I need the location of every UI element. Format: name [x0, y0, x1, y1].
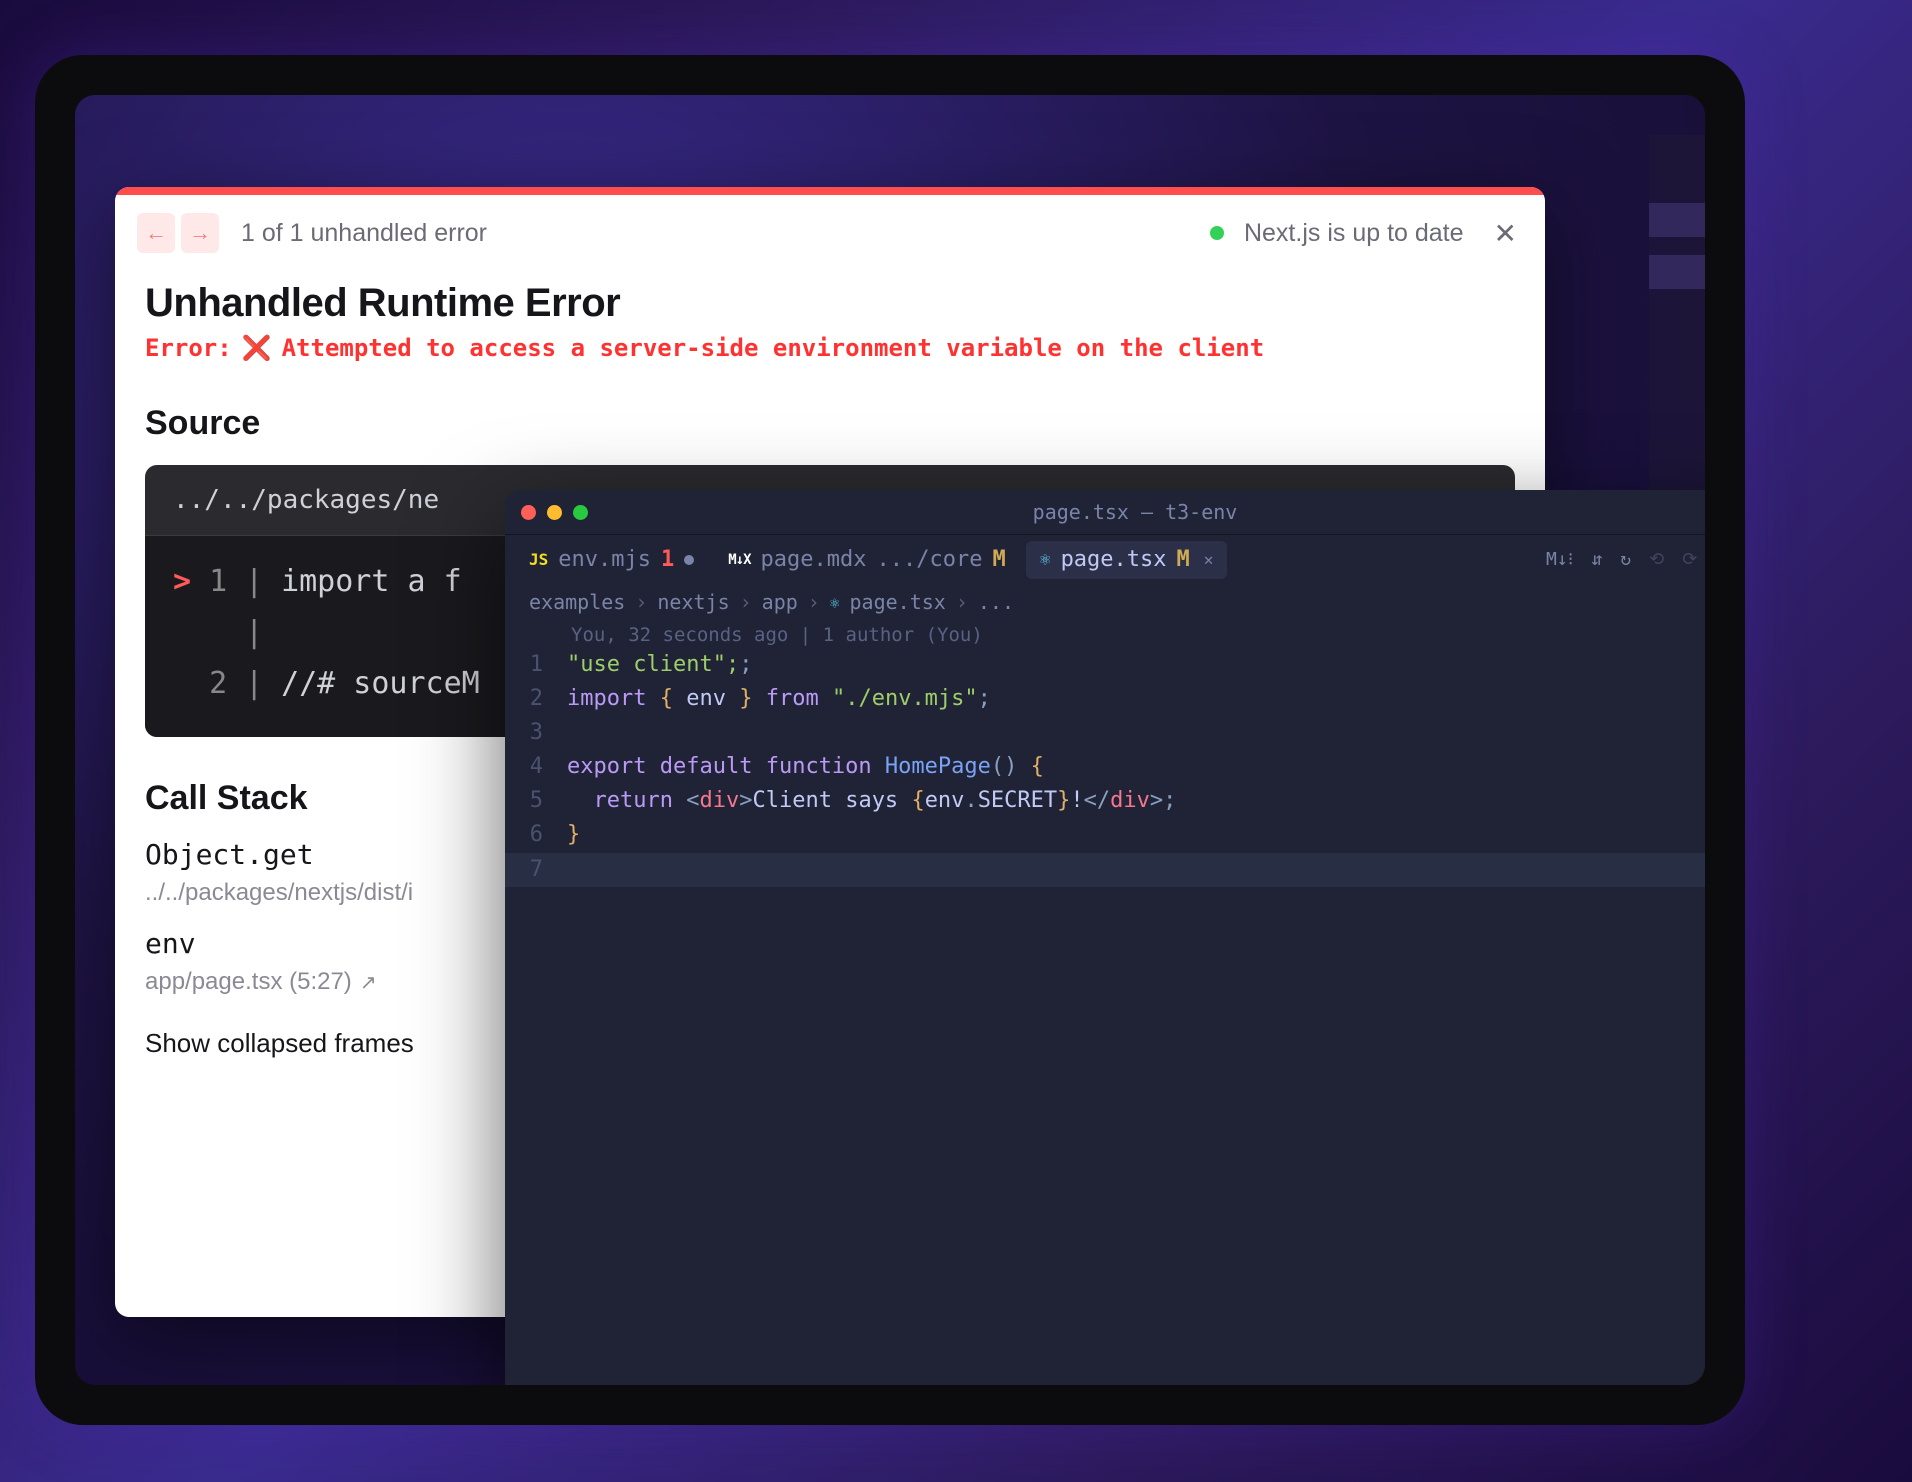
error-title: Unhandled Runtime Error	[145, 281, 1515, 326]
gutter-pipe: |	[245, 658, 263, 709]
modified-badge: M	[992, 547, 1005, 572]
git-blame-info: You, 32 seconds ago | 1 author (You)	[505, 624, 1705, 646]
editor-window: page.tsx — t3-env JS env.mjs 1 M↓X page.…	[505, 490, 1705, 1385]
close-button[interactable]: ✕	[1494, 217, 1517, 250]
error-caret-icon: >	[173, 556, 191, 607]
code-text: //# sourceM	[281, 658, 480, 709]
js-icon: JS	[529, 550, 548, 569]
breadcrumb-item[interactable]: nextjs	[657, 590, 729, 614]
error-message: Error: ❌ Attempted to access a server-si…	[145, 334, 1515, 362]
chevron-right-icon: ›	[956, 590, 968, 614]
window-close-icon[interactable]	[521, 505, 536, 520]
tab-label: page.mdx	[761, 547, 867, 572]
modified-badge: M	[1177, 547, 1190, 572]
error-message-text: Attempted to access a server-side enviro…	[282, 334, 1265, 362]
window-title: page.tsx — t3-env	[1033, 500, 1238, 524]
screen: ← → 1 of 1 unhandled error Next.js is up…	[75, 95, 1705, 1385]
chevron-right-icon: ›	[808, 590, 820, 614]
error-prefix: Error:	[145, 334, 232, 362]
line-number: 2	[505, 682, 567, 716]
tab-page-tsx[interactable]: ⚛ page.tsx M ✕	[1026, 541, 1228, 579]
line-number: 1	[209, 556, 227, 607]
line-number: 3	[505, 716, 567, 750]
react-icon: ⚛	[1040, 549, 1051, 570]
tab-label: page.tsx	[1061, 547, 1167, 572]
next-error-button[interactable]: →	[181, 213, 219, 253]
line-number: 2	[209, 658, 227, 709]
line-number: 1	[505, 648, 567, 682]
mdx-icon: M↓X	[728, 552, 750, 568]
close-tab-icon[interactable]: ✕	[1204, 550, 1214, 569]
tab-bar: JS env.mjs 1 M↓X page.mdx .../core M ⚛ p…	[505, 534, 1705, 584]
breadcrumb-item[interactable]: ...	[978, 590, 1014, 614]
toolbar-markdown-icon[interactable]: M↓⁝	[1546, 549, 1573, 570]
error-count: 1 of 1 unhandled error	[241, 219, 487, 248]
breadcrumbs[interactable]: examples › nextjs › app › ⚛ page.tsx › .…	[505, 584, 1705, 620]
line-number: 4	[505, 750, 567, 784]
external-link-icon[interactable]: ↗	[360, 970, 377, 995]
status-text: Next.js is up to date	[1244, 219, 1464, 248]
chevron-right-icon: ›	[635, 590, 647, 614]
device-frame: ← → 1 of 1 unhandled error Next.js is up…	[35, 55, 1745, 1425]
toolbar-refresh-icon[interactable]: ↻	[1620, 549, 1631, 570]
titlebar: page.tsx — t3-env	[505, 490, 1705, 534]
code-editor[interactable]: You, 32 seconds ago | 1 author (You) 1"u…	[505, 620, 1705, 891]
window-zoom-icon[interactable]	[573, 505, 588, 520]
line-number: 6	[505, 818, 567, 852]
gutter-pipe: |	[245, 607, 263, 658]
line-number: 5	[505, 784, 567, 818]
source-heading: Source	[145, 404, 1515, 443]
tab-tail: .../core	[877, 547, 983, 572]
tab-page-mdx[interactable]: M↓X page.mdx .../core M	[714, 541, 1019, 579]
chevron-right-icon: ›	[740, 590, 752, 614]
stack-path-text: app/page.tsx (5:27)	[145, 968, 352, 996]
tab-env-mjs[interactable]: JS env.mjs 1	[515, 541, 708, 579]
toolbar-back-icon[interactable]: ⟲	[1649, 549, 1664, 570]
window-minimize-icon[interactable]	[547, 505, 562, 520]
gutter-pipe: |	[245, 556, 263, 607]
code-token: "use client";	[567, 648, 739, 682]
line-number: 7	[505, 853, 567, 887]
prev-error-button[interactable]: ←	[137, 213, 175, 253]
react-icon: ⚛	[830, 593, 840, 612]
toolbar-git-compare-icon[interactable]: ⇵	[1591, 549, 1602, 570]
toolbar-forward-icon[interactable]: ⟳	[1682, 549, 1697, 570]
tab-badge: 1	[661, 547, 674, 572]
status-dot-icon	[1210, 226, 1224, 240]
error-accent-bar	[115, 187, 1545, 195]
breadcrumb-item[interactable]: app	[762, 590, 798, 614]
error-header: ← → 1 of 1 unhandled error Next.js is up…	[115, 195, 1545, 271]
breadcrumb-item[interactable]: page.tsx	[849, 590, 945, 614]
tab-label: env.mjs	[558, 547, 651, 572]
code-text: import a f	[281, 556, 462, 607]
unsaved-dot-icon	[684, 555, 694, 565]
breadcrumb-item[interactable]: examples	[529, 590, 625, 614]
cross-icon: ❌	[242, 334, 272, 362]
